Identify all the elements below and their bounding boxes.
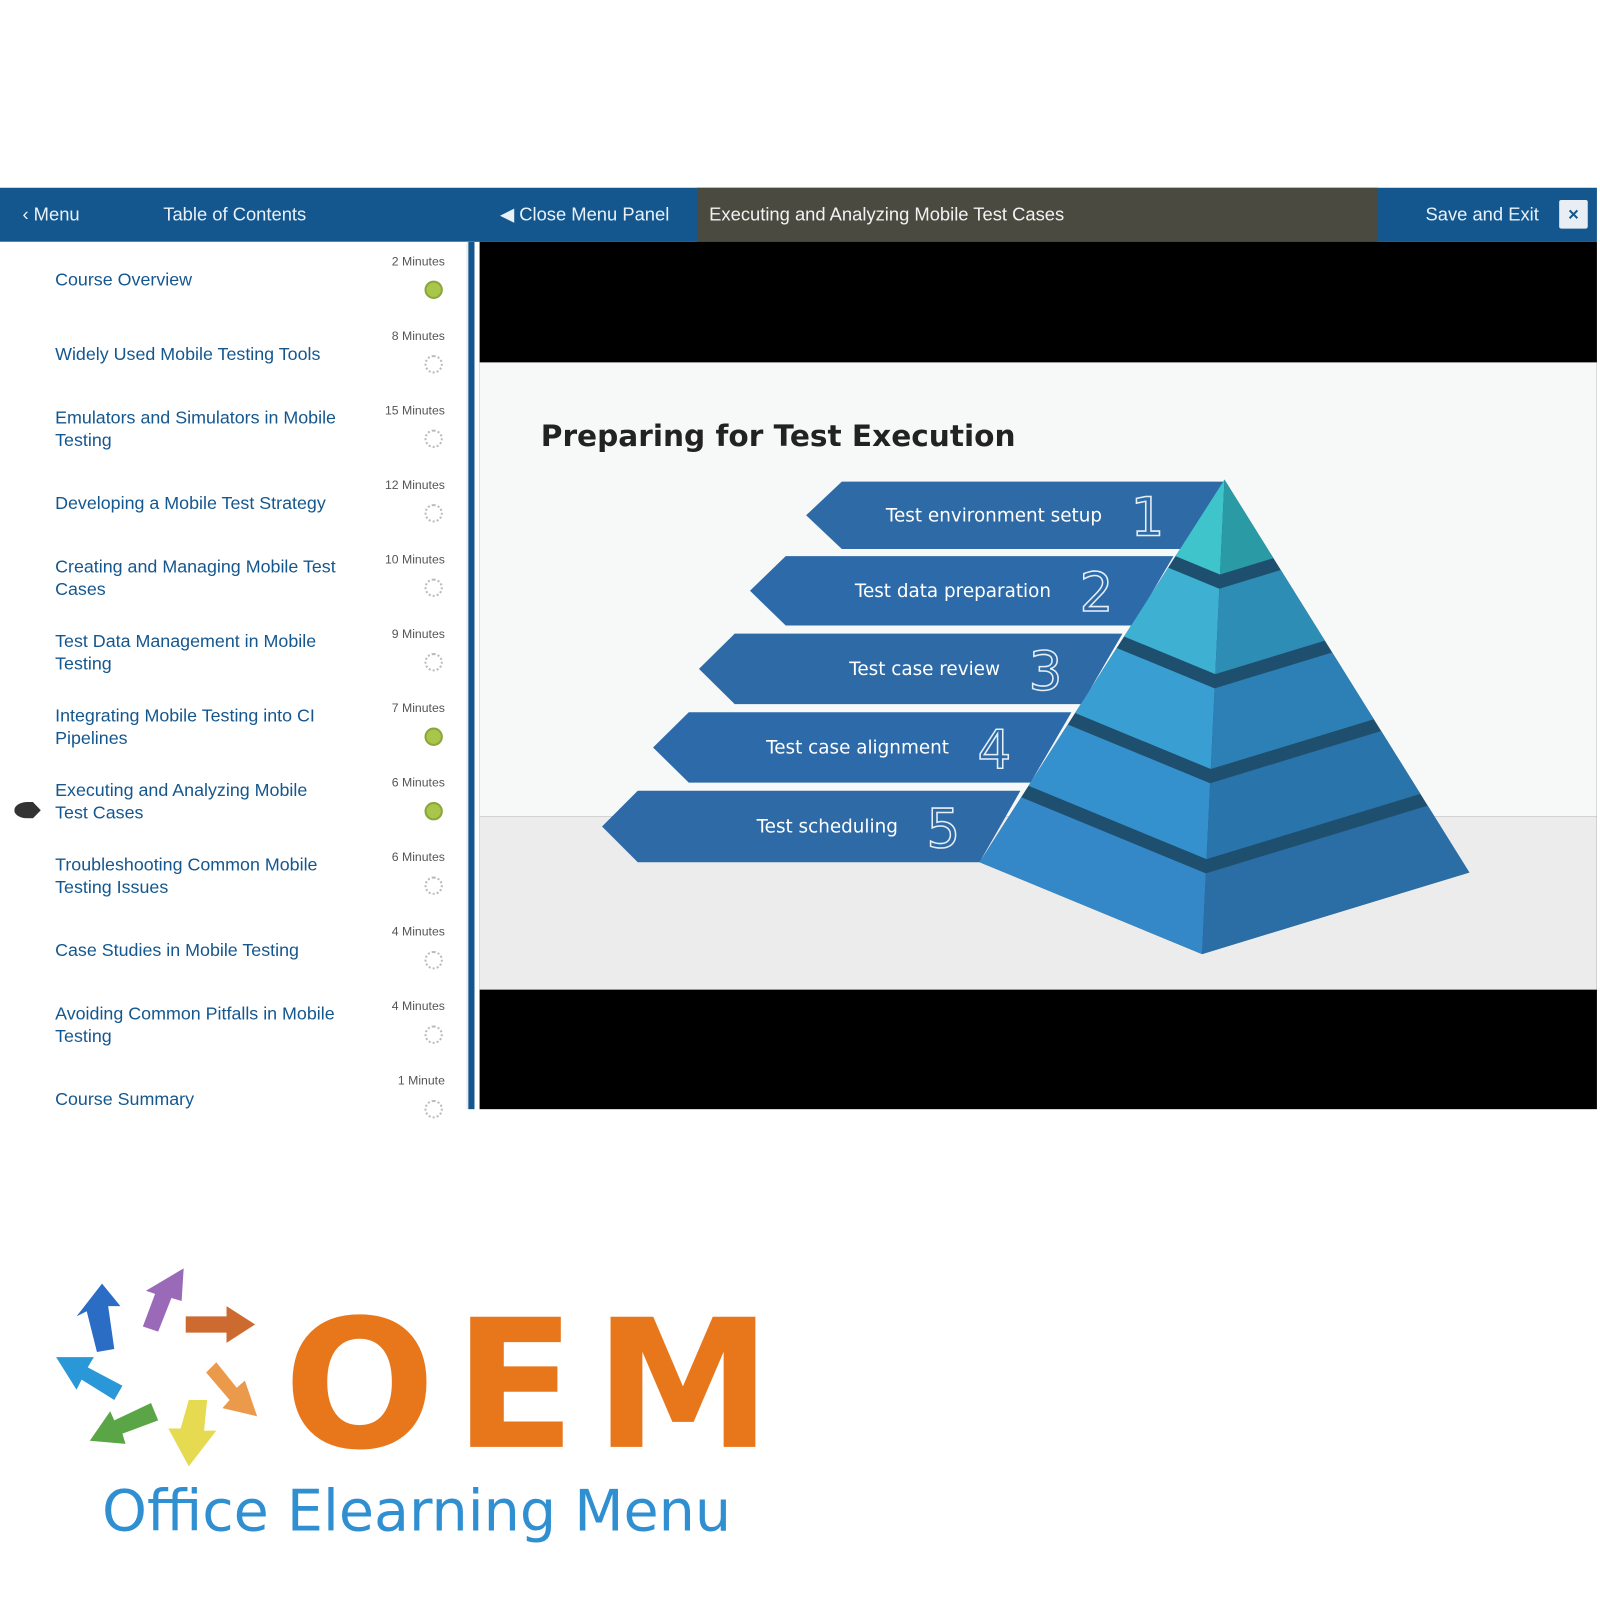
toc-item-duration: 12 Minutes — [384, 477, 445, 492]
toc-item-duration: 4 Minutes — [391, 924, 445, 939]
toc-item-title: Avoiding Common Pitfalls in Mobile Testi… — [55, 1002, 335, 1046]
step-number: 1 — [1131, 487, 1165, 549]
lesson-title-bar: Executing and Analyzing Mobile Test Case… — [696, 187, 1378, 242]
toc-item[interactable]: Creating and Managing Mobile Test Cases … — [0, 540, 459, 614]
arrows-icon — [56, 1268, 258, 1467]
slide: Preparing for Test Execution Test enviro… — [479, 362, 1597, 990]
incomplete-status-icon — [424, 951, 443, 970]
current-lesson-pointer-icon — [14, 802, 41, 819]
step-number: 2 — [1080, 562, 1114, 624]
top-bar: ‹ Menu Table of Contents ◀ Close Menu Pa… — [0, 187, 1597, 242]
toc-item[interactable]: Test Data Management in Mobile Testing 9… — [0, 614, 459, 688]
toc-item-duration: 1 Minute — [397, 1073, 445, 1088]
toc-item[interactable]: Emulators and Simulators in Mobile Testi… — [0, 391, 459, 465]
toc-item-title: Integrating Mobile Testing into CI Pipel… — [55, 704, 315, 748]
logo-tagline: Office Elearning Menu — [102, 1479, 731, 1545]
toc-item-title: Creating and Managing Mobile Test Cases — [55, 555, 336, 599]
toc-item[interactable]: Integrating Mobile Testing into CI Pipel… — [0, 689, 459, 763]
menu-button[interactable]: ‹ Menu — [22, 204, 79, 225]
incomplete-status-icon — [424, 1025, 443, 1044]
step-number: 4 — [978, 719, 1012, 781]
table-of-contents: Course Overview 2 Minutes Widely Used Mo… — [0, 241, 475, 1119]
toc-item-title: Executing and Analyzing Mobile Test Case… — [55, 779, 308, 822]
toc-item-duration: 6 Minutes — [391, 849, 445, 865]
toc-item-title: Course Overview — [55, 268, 193, 290]
toc-label: Table of Contents — [163, 204, 307, 225]
complete-status-icon — [424, 280, 443, 299]
toc-item-duration: 7 Minutes — [391, 701, 445, 716]
toc-item[interactable]: Executing and Analyzing Mobile Test Case… — [0, 763, 459, 837]
toc-item-title: Test Data Management in Mobile Testing — [55, 630, 317, 673]
toc-item-title: Widely Used Mobile Testing Tools — [55, 343, 321, 364]
toc-item-title: Course Summary — [55, 1088, 195, 1109]
close-menu-panel-button[interactable]: ◀ Close Menu Panel — [500, 204, 669, 225]
toc-item[interactable]: Case Studies in Mobile Testing 4 Minutes — [0, 912, 459, 986]
toc-item[interactable]: Course Summary 1 Minute — [0, 1061, 459, 1135]
step-number: 5 — [927, 798, 961, 860]
toc-item-title: Emulators and Simulators in Mobile Testi… — [55, 406, 336, 450]
incomplete-status-icon — [424, 578, 443, 597]
toc-item-title: Case Studies in Mobile Testing — [55, 939, 299, 960]
lesson-title: Executing and Analyzing Mobile Test Case… — [709, 204, 1065, 225]
chevron-left-icon: ‹ — [22, 204, 34, 225]
incomplete-status-icon — [424, 429, 443, 448]
step-label: Test data preparation — [854, 581, 1051, 602]
toc-item-duration: 6 Minutes — [391, 775, 445, 790]
toc-item[interactable]: Widely Used Mobile Testing Tools 8 Minut… — [0, 316, 459, 390]
step-label: Test environment setup — [885, 505, 1102, 526]
step-label: Test case alignment — [765, 738, 949, 759]
logo-text: OEM — [284, 1282, 766, 1490]
oem-logo: OEM Office Elearning Menu — [56, 1268, 766, 1545]
toc-item-duration: 2 Minutes — [391, 254, 445, 269]
incomplete-status-icon — [424, 1099, 443, 1119]
toc-item-title: Troubleshooting Common Mobile Testing Is… — [55, 853, 318, 897]
toc-item-duration: 8 Minutes — [391, 328, 445, 343]
toc-item[interactable]: Developing a Mobile Test Strategy 12 Min… — [0, 465, 459, 539]
toc-item[interactable]: Avoiding Common Pitfalls in Mobile Testi… — [0, 987, 459, 1061]
toc-item[interactable]: Course Overview 2 Minutes — [0, 242, 459, 316]
incomplete-status-icon — [424, 876, 443, 895]
save-and-exit-button[interactable]: Save and Exit — [1425, 204, 1538, 225]
incomplete-status-icon — [424, 653, 443, 672]
step-label: Test case review — [848, 659, 1000, 680]
toc-item-duration: 10 Minutes — [384, 552, 445, 567]
toc-item-duration: 15 Minutes — [384, 403, 445, 418]
toc-item-duration: 4 Minutes — [391, 998, 445, 1014]
complete-status-icon — [424, 802, 443, 821]
slide-title: Preparing for Test Execution — [541, 419, 1016, 453]
complete-status-icon — [424, 727, 443, 746]
incomplete-status-icon — [424, 504, 443, 523]
incomplete-status-icon — [424, 355, 443, 374]
caret-left-icon: ◀ — [499, 204, 520, 225]
toc-item[interactable]: Troubleshooting Common Mobile Testing Is… — [0, 838, 459, 912]
step-number: 3 — [1029, 640, 1063, 702]
toc-item-title: Developing a Mobile Test Strategy — [55, 492, 326, 513]
step-label: Test scheduling — [756, 817, 898, 838]
toc-item-duration: 9 Minutes — [391, 626, 445, 641]
close-icon[interactable]: × — [1559, 199, 1588, 229]
